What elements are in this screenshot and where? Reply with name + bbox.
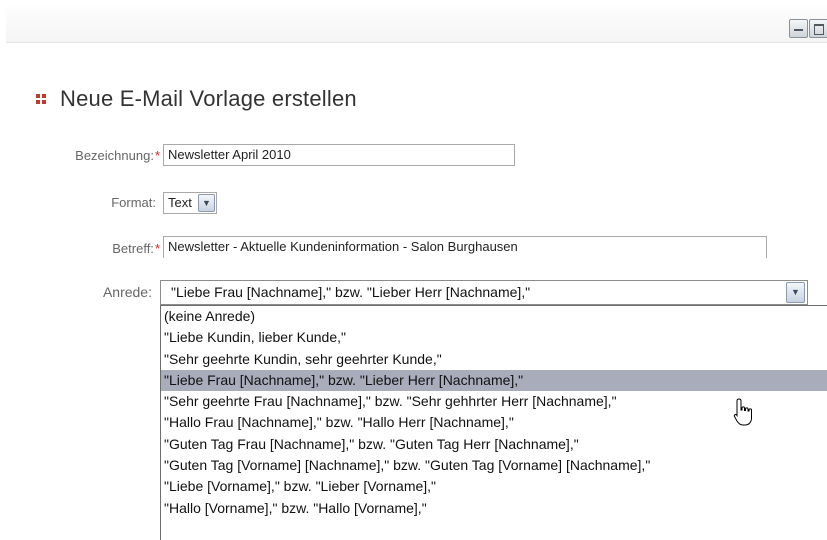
dropdown-option[interactable]: "Liebe Kundin, lieber Kunde," (161, 327, 827, 348)
bezeichnung-input[interactable]: Newsletter April 2010 (163, 144, 515, 166)
grid-icon (36, 93, 47, 105)
dropdown-option-selected[interactable]: "Liebe Frau [Nachname]," bzw. "Lieber He… (161, 369, 827, 392)
page-header: Neue E-Mail Vorlage erstellen (36, 84, 357, 114)
window-titlebar (6, 0, 827, 43)
dropdown-option[interactable]: "Sehr geehrte Kundin, sehr geehrter Kund… (161, 349, 827, 370)
dropdown-option[interactable]: "Guten Tag Frau [Nachname]," bzw. "Guten… (161, 434, 827, 455)
maximize-button[interactable] (809, 19, 827, 38)
dropdown-option[interactable]: "Hallo [Vorname]," bzw. "Hallo [Vorname]… (161, 498, 827, 519)
required-marker: * (154, 241, 160, 256)
required-marker: * (154, 148, 160, 163)
dropdown-option[interactable]: "Sehr geehrte Frau [Nachname]," bzw. "Se… (161, 391, 827, 412)
format-select[interactable]: Text ▼ (163, 192, 217, 214)
anrede-select-value: "Liebe Frau [Nachname]," bzw. "Lieber He… (171, 284, 531, 300)
dropdown-option[interactable]: "Liebe [Vorname]," bzw. "Lieber [Vorname… (161, 476, 827, 497)
anrede-dropdown-list: (keine Anrede) "Liebe Kundin, lieber Kun… (160, 305, 827, 540)
dropdown-option[interactable]: "Hallo Frau [Nachname]," bzw. "Hallo Her… (161, 412, 827, 433)
betreff-input[interactable]: Newsletter - Aktuelle Kundeninformation … (163, 236, 767, 258)
chevron-down-icon[interactable]: ▼ (198, 194, 215, 212)
page-title: Neue E-Mail Vorlage erstellen (60, 86, 357, 111)
anrede-label: Anrede: (102, 284, 152, 300)
hand-cursor-icon (733, 398, 752, 426)
format-select-value: Text (168, 195, 192, 210)
anrede-select[interactable]: "Liebe Frau [Nachname]," bzw. "Lieber He… (160, 280, 808, 305)
minimize-button[interactable] (789, 19, 808, 38)
format-label: Format: (111, 195, 156, 210)
dropdown-option[interactable]: (keine Anrede) (161, 306, 827, 327)
bezeichnung-label: Bezeichnung:* (75, 148, 160, 163)
dropdown-option[interactable]: "Guten Tag [Vorname] [Nachname]," bzw. "… (161, 455, 827, 476)
betreff-label: Betreff:* (112, 241, 160, 256)
chevron-down-icon[interactable]: ▼ (786, 282, 805, 303)
